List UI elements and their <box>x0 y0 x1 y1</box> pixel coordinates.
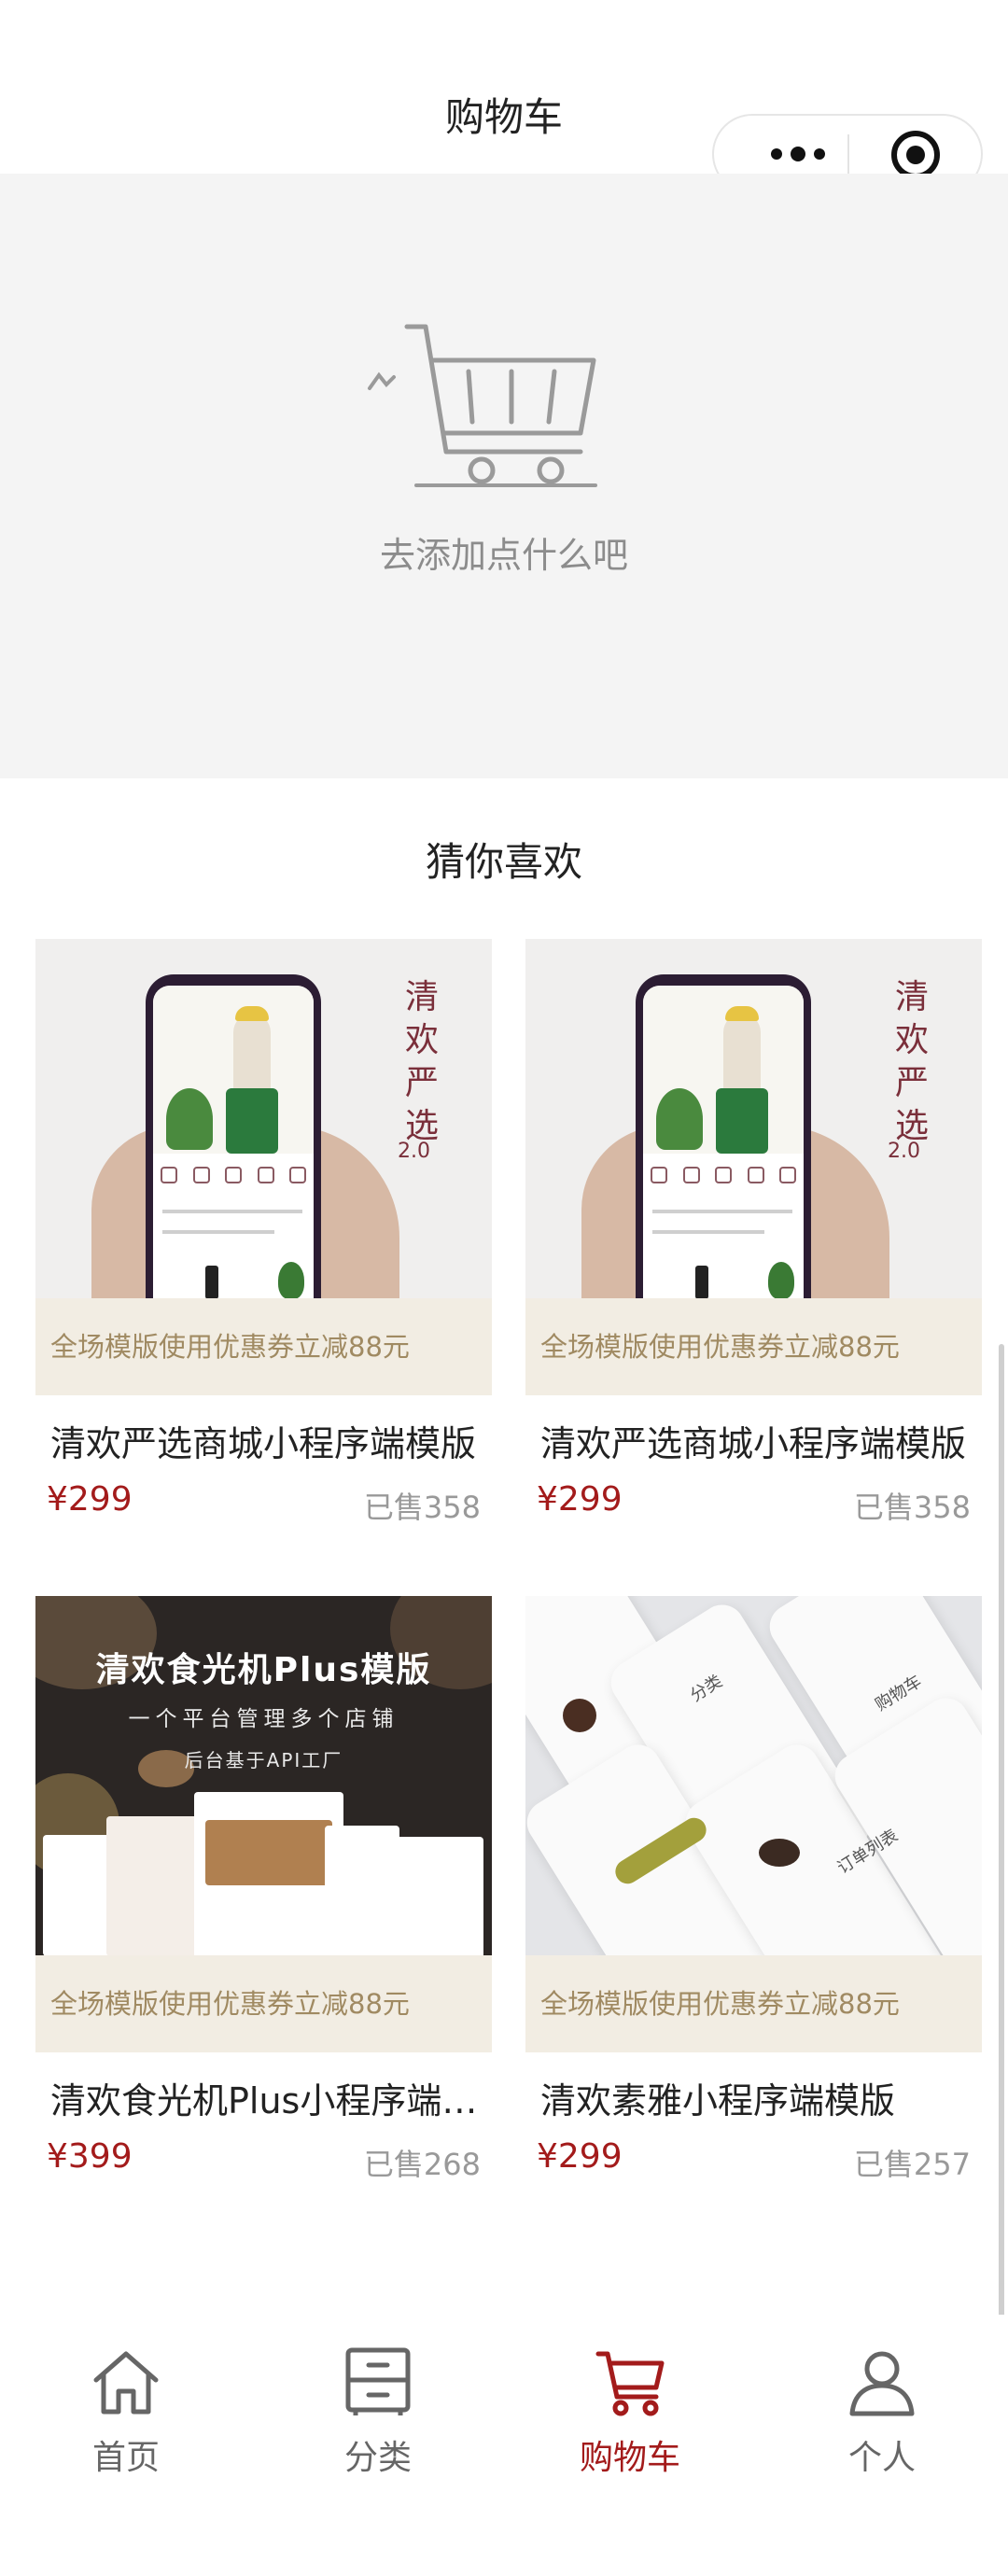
image-subtitle: 一个平台管理多个店铺 <box>128 1707 399 1731</box>
image-version: 2.0 <box>398 1140 430 1163</box>
coupon-banner: 全场模版使用优惠券立减88元 <box>525 1298 982 1395</box>
cart-icon <box>595 2351 665 2416</box>
product-card[interactable]: 清欢严选 2.0 全场模版使用优惠券立减88元 清欢严选商城小程序端模版 ¥29… <box>35 939 492 1536</box>
product-price: ¥299 <box>537 1480 623 1519</box>
tab-category[interactable]: 分类 <box>252 2315 504 2501</box>
tab-home[interactable]: 首页 <box>0 2315 252 2501</box>
product-card[interactable]: 清欢食光机Plus模版 一个平台管理多个店铺 后台基于API工厂 全场模版使用优… <box>35 1596 492 2193</box>
nav-header: 购物车 <box>0 0 1008 194</box>
product-name: 清欢素雅小程序端模版 <box>540 2080 896 2121</box>
image-version: 2.0 <box>888 1140 920 1163</box>
tab-label: 分类 <box>343 2439 412 2477</box>
image-title: 清欢食光机Plus模版 <box>95 1651 432 1689</box>
coupon-banner: 全场模版使用优惠券立减88元 <box>35 1298 492 1395</box>
empty-cart-icon <box>368 324 597 487</box>
product-card[interactable]: 清欢严选 2.0 全场模版使用优惠券立减88元 清欢严选商城小程序端模版 ¥29… <box>525 939 982 1536</box>
person-icon <box>849 2351 915 2416</box>
category-cabinet-icon <box>345 2347 411 2415</box>
tab-label: 购物车 <box>579 2439 680 2477</box>
sold-count: 已售257 <box>853 2147 971 2182</box>
tab-bar: 首页 分类 购物车 个人 <box>0 2315 1008 2501</box>
tab-cart[interactable]: 购物车 <box>504 2315 756 2501</box>
product-image: 清欢严选 2.0 <box>35 939 492 1298</box>
product-price: ¥299 <box>47 1480 133 1519</box>
product-price: ¥399 <box>47 2137 133 2176</box>
product-name: 清欢严选商城小程序端模版 <box>540 1423 967 1464</box>
recommend-title: 猜你喜欢 <box>425 839 582 885</box>
product-price: ¥299 <box>537 2137 623 2176</box>
image-title: 清欢严选 <box>404 978 439 1145</box>
tab-profile[interactable]: 个人 <box>756 2315 1008 2501</box>
capsule-divider <box>847 134 849 174</box>
product-name: 清欢严选商城小程序端模版 <box>50 1423 477 1464</box>
product-card[interactable]: 分类 购物车 订单列表 全场模版使用优惠券立减88元 清欢素雅小程序端模版 ¥2… <box>525 1596 982 2193</box>
coupon-banner: 全场模版使用优惠券立减88元 <box>525 1955 982 2052</box>
product-image: 清欢食光机Plus模版 一个平台管理多个店铺 后台基于API工厂 <box>35 1596 492 1955</box>
target-circle-icon[interactable] <box>891 131 940 179</box>
image-title: 清欢严选 <box>894 978 929 1145</box>
empty-cart-message: 去添加点什么吧 <box>379 535 628 576</box>
empty-cart-area: 去添加点什么吧 <box>0 174 1008 778</box>
tab-label: 个人 <box>847 2439 916 2477</box>
home-icon <box>93 2351 159 2415</box>
sold-count: 已售358 <box>853 1490 971 1525</box>
coupon-banner: 全场模版使用优惠券立减88元 <box>35 1955 492 2052</box>
product-image: 分类 购物车 订单列表 <box>525 1596 982 1955</box>
sold-count: 已售358 <box>363 1490 481 1525</box>
product-name: 清欢食光机Plus小程序端模版 <box>50 2080 480 2121</box>
sold-count: 已售268 <box>363 2147 481 2182</box>
tab-label: 首页 <box>91 2439 160 2477</box>
product-image: 清欢严选 2.0 <box>525 939 982 1298</box>
image-subtitle-2: 后台基于API工厂 <box>184 1749 343 1771</box>
scrollbar[interactable] <box>999 1344 1004 2324</box>
